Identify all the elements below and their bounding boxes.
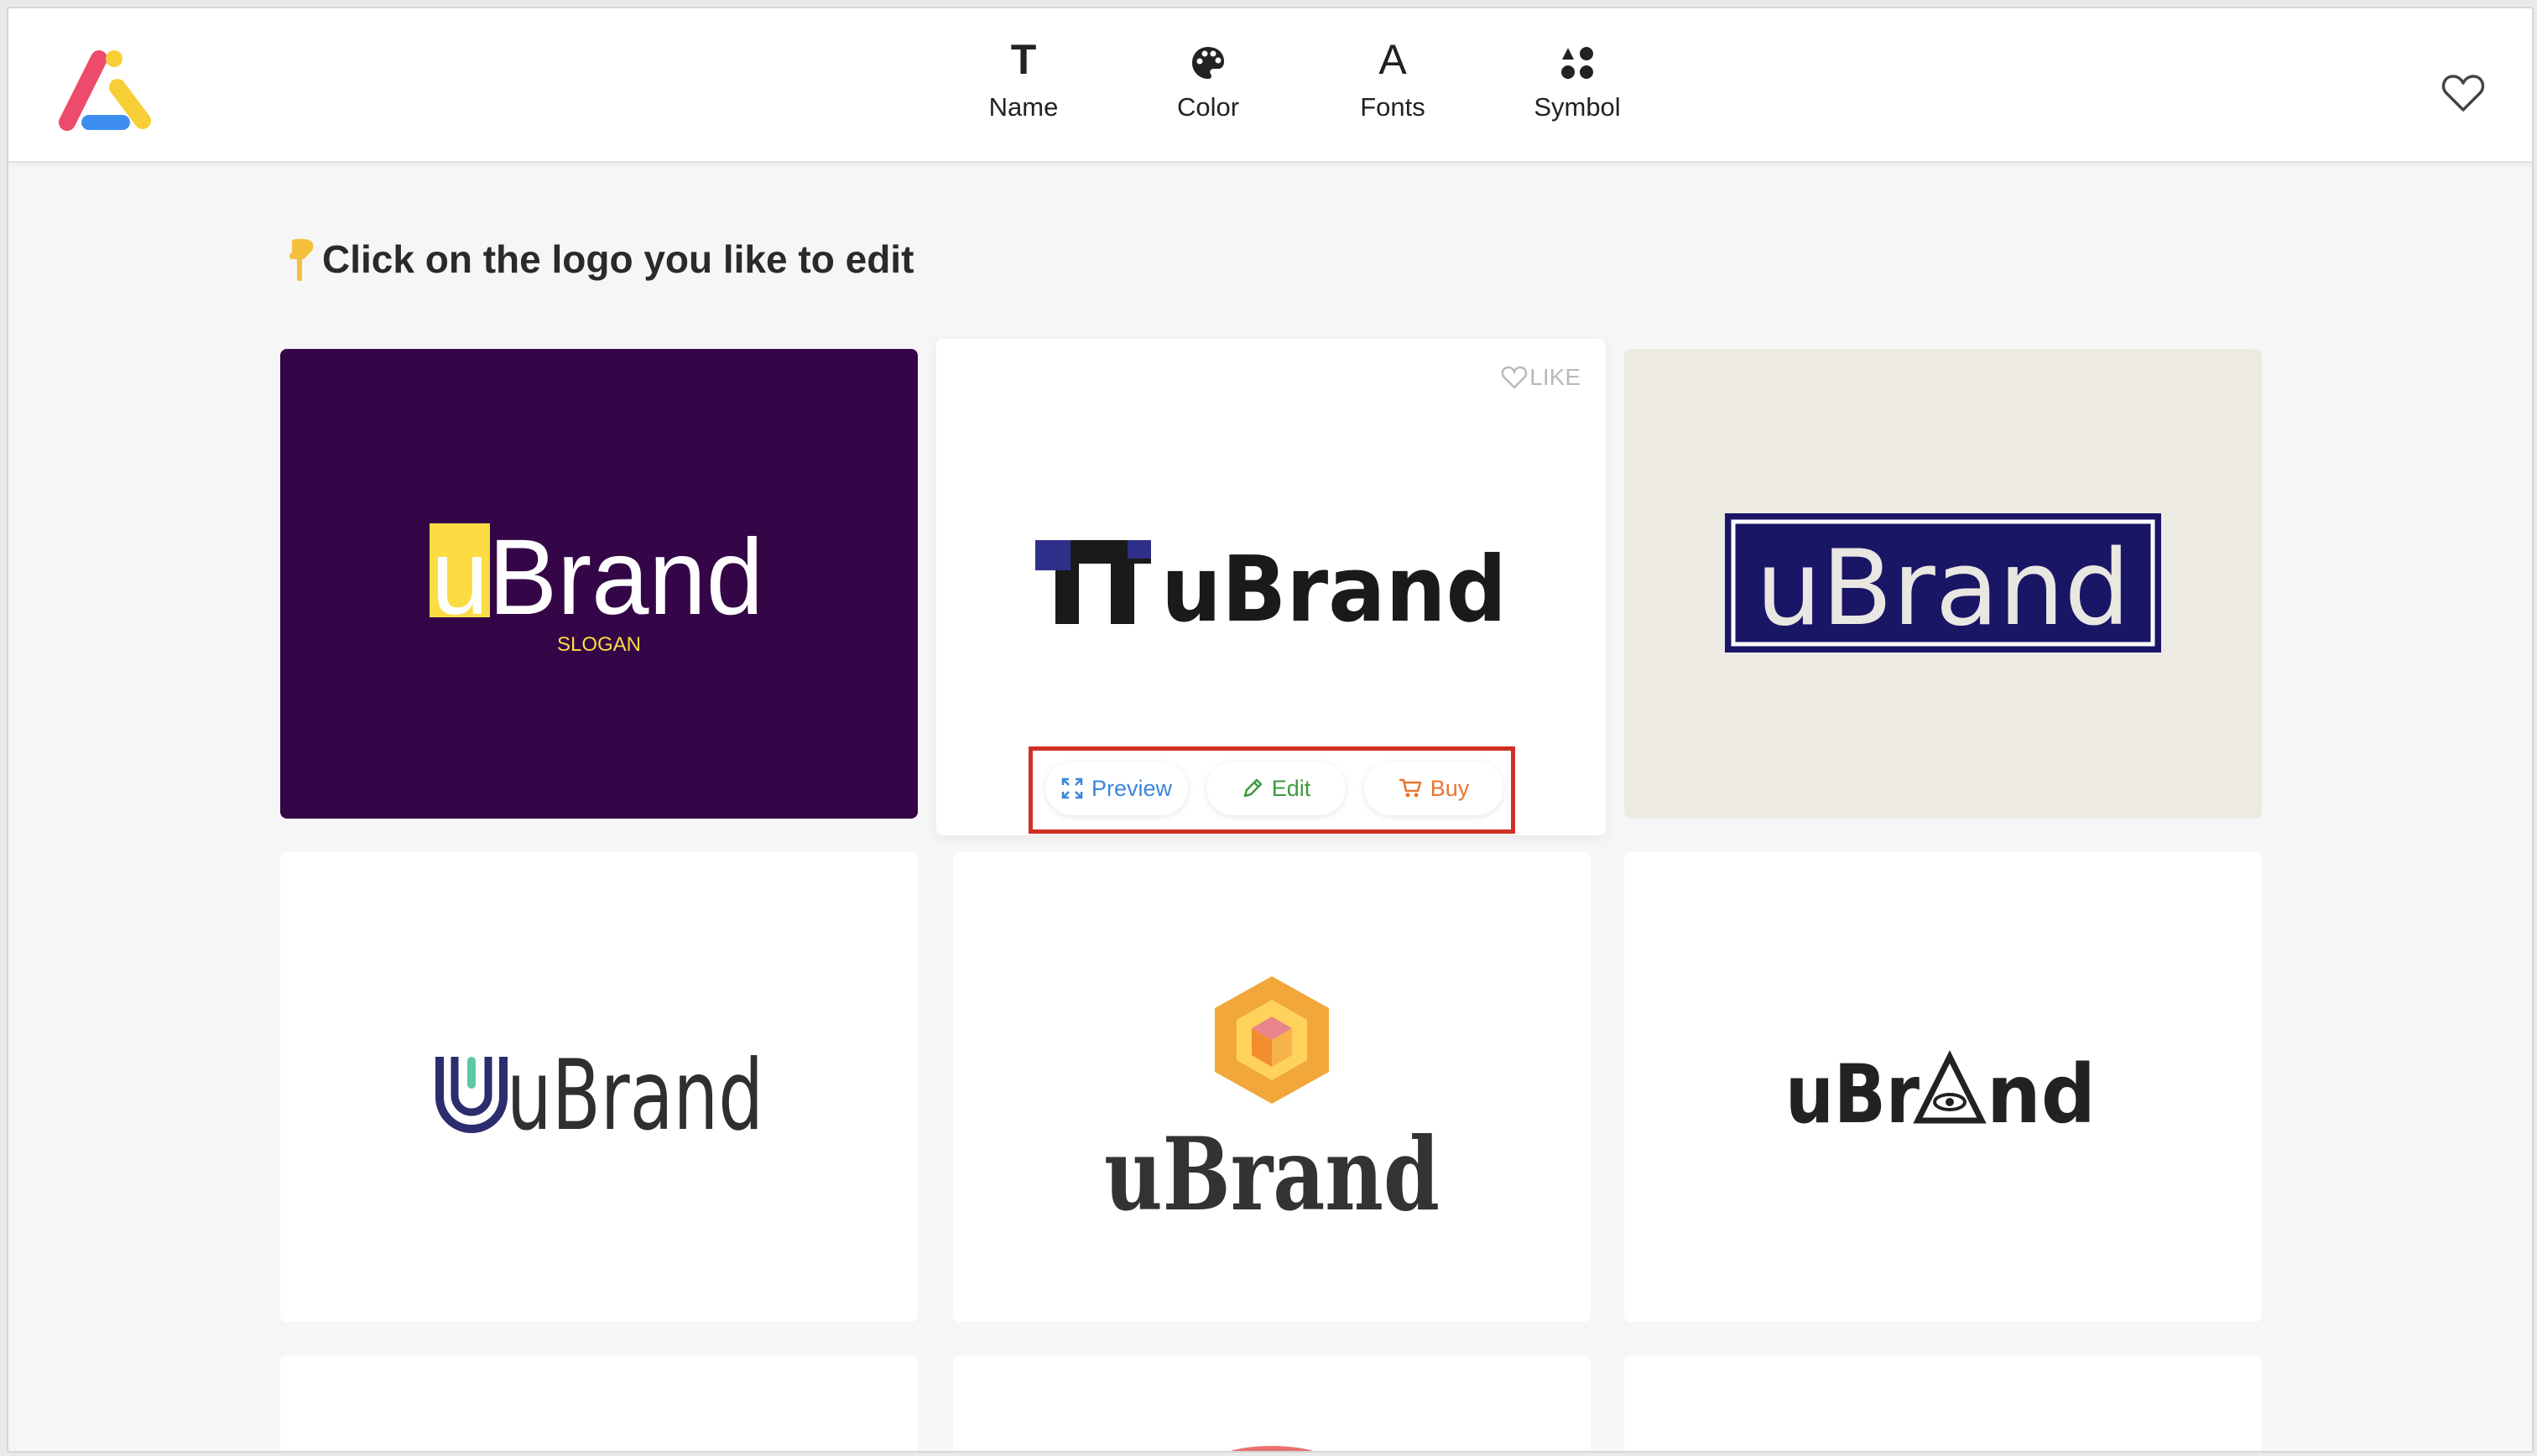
edit-button[interactable]: Edit <box>1206 762 1346 815</box>
logo-symbol-shape <box>1035 540 1071 570</box>
instruction-text: Click on the logo you like to edit <box>322 237 914 281</box>
nav-tab-name[interactable]: T Name <box>948 34 1099 134</box>
logo-u-mark-accent <box>467 1057 476 1089</box>
logo-card[interactable]: uBrand SLOGAN <box>280 349 918 819</box>
favorites-heart-icon[interactable] <box>2441 74 2485 112</box>
font-icon: A <box>1378 36 1407 83</box>
pointing-down-hand-icon <box>289 238 314 281</box>
instruction-heading: Click on the logo you like to edit <box>285 237 914 282</box>
preview-label: Preview <box>1091 775 1173 801</box>
logo-card[interactable] <box>1624 1355 2262 1451</box>
logo-brand-text: uBrand <box>507 1039 763 1152</box>
expand-icon <box>1061 777 1083 799</box>
edit-label: Edit <box>1271 775 1311 801</box>
logo-brand-text: uBrand <box>1161 538 1507 642</box>
like-label: LIKE <box>1529 364 1581 390</box>
logo-card[interactable]: uBrand <box>280 852 918 1322</box>
logo-card[interactable]: uBr nd <box>1624 852 2262 1322</box>
nav-tab-symbol[interactable]: Symbol <box>1502 34 1653 134</box>
logo-card[interactable]: uBrand <box>953 852 1591 1322</box>
card-background <box>1624 852 2262 1322</box>
logo-brand-text: uBrand <box>1104 1115 1440 1234</box>
logo-card[interactable] <box>953 1355 1591 1451</box>
text-icon: T <box>1010 36 1037 83</box>
eye-triangle-pupil-dot <box>1946 1098 1954 1106</box>
browser-window: T Name Color A Fonts Symbol Click on the… <box>7 7 2534 1453</box>
pencil-icon <box>1243 778 1262 798</box>
heart-outline-icon <box>1502 366 1528 389</box>
nav-tab-fonts[interactable]: A Fonts <box>1317 34 1468 134</box>
logo-preview <box>1230 1446 1314 1451</box>
logo-brand-text: uBrand <box>1756 528 2130 649</box>
logo-preview: uBrand SLOGAN <box>280 349 918 819</box>
like-button[interactable]: LIKE <box>1501 364 1581 391</box>
logo-slogan-text: SLOGAN <box>557 633 641 656</box>
logo-preview: uBr nd <box>1624 852 2262 1322</box>
logo-brand-text: uBrand <box>431 517 763 637</box>
nav-tab-color[interactable]: Color <box>1133 34 1284 134</box>
buy-label: Buy <box>1430 775 1470 801</box>
buy-button[interactable]: Buy <box>1364 762 1503 815</box>
palette-icon <box>1133 34 1284 86</box>
top-navigation-bar: T Name Color A Fonts Symbol <box>8 8 2532 163</box>
logo-card[interactable] <box>280 1355 918 1451</box>
logo-preview: uBrand <box>1624 349 2262 819</box>
app-logo[interactable] <box>55 40 159 134</box>
logo-card[interactable]: uBrand <box>1624 349 2262 819</box>
logo-preview: uBrand <box>280 852 918 1322</box>
logo-shape-partial <box>1230 1446 1314 1451</box>
shapes-icon <box>1502 34 1653 86</box>
logo-brand-text-end: nd <box>1987 1048 2096 1141</box>
cart-icon <box>1399 778 1421 798</box>
nav-tab-label: Name <box>988 92 1059 122</box>
logo-preview: uBrand <box>953 852 1591 1322</box>
logo-symbol-shape <box>1128 540 1151 559</box>
preview-button[interactable]: Preview <box>1045 762 1188 815</box>
nav-tab-label: Symbol <box>1534 92 1621 122</box>
logo-brand-text: uBr <box>1785 1048 1920 1141</box>
nav-tab-label: Color <box>1176 92 1240 122</box>
nav-tab-label: Fonts <box>1360 92 1425 122</box>
